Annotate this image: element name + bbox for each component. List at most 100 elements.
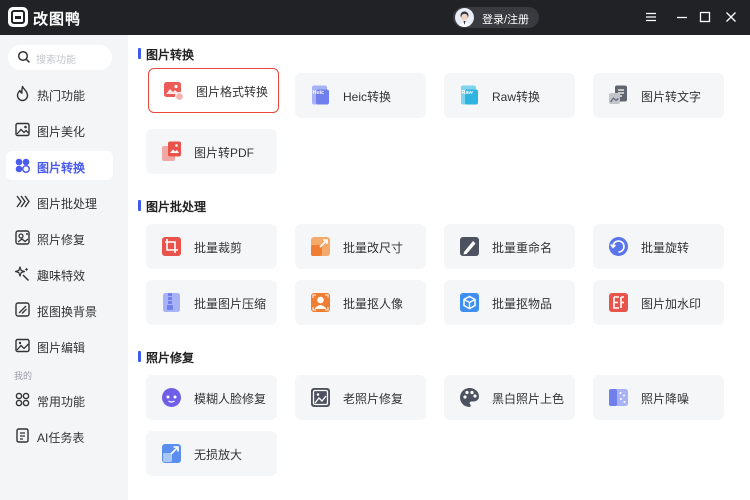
batch-icon <box>14 193 31 210</box>
minimize-icon[interactable] <box>674 9 690 25</box>
search-placeholder: 搜索功能 <box>36 55 76 66</box>
main-content: 图片转换 图片格式转换 Heic Heic转换 Raw Raw转换 图片转文字 … <box>128 35 750 500</box>
card-label: 批量抠物品 <box>492 297 553 311</box>
card-batch-object-cutout[interactable]: 批量抠物品 <box>444 280 575 325</box>
maximize-icon[interactable] <box>697 9 713 25</box>
card-upscale[interactable]: 无损放大 <box>146 431 277 476</box>
sidebar-item-beautify[interactable]: 图片美化 <box>6 115 113 144</box>
batch-crop-icon <box>160 235 183 258</box>
search-icon <box>17 50 31 67</box>
card-old-photo-repair[interactable]: 老照片修复 <box>295 375 426 420</box>
avatar <box>455 8 474 27</box>
svg-text:Raw: Raw <box>462 90 474 96</box>
section-title-image-convert: 图片转换 <box>138 46 194 63</box>
sidebar-item-label: 抠图换背景 <box>37 305 98 319</box>
card-label: Heic转换 <box>343 90 392 104</box>
login-label: 登录/注册 <box>482 14 530 26</box>
batch-rename-icon <box>458 235 481 258</box>
card-label: 批量图片压缩 <box>194 297 267 311</box>
raw-icon: Raw <box>458 84 481 107</box>
sidebar-item-label: AI任务表 <box>37 431 85 445</box>
card-label: 批量旋转 <box>641 241 690 255</box>
image-edit-icon <box>14 337 31 354</box>
sidebar: 搜索功能 热门功能 图片美化 图片转换 图片批处理 照片修复 趣味特效 抠图换背… <box>0 35 128 500</box>
card-image-to-pdf[interactable]: 图片转PDF <box>146 129 277 174</box>
batch-portrait-cutout-icon <box>309 291 332 314</box>
face-repair-icon <box>160 386 183 409</box>
section-title-photo-repair: 照片修复 <box>138 349 194 366</box>
sidebar-item-edit[interactable]: 图片编辑 <box>6 331 113 360</box>
photo-repair-icon <box>14 229 31 246</box>
image-to-pdf-icon <box>160 140 183 163</box>
card-image-to-text[interactable]: 图片转文字 <box>593 73 724 118</box>
app-title: 改图鸭 <box>33 11 82 28</box>
upscale-icon <box>160 442 183 465</box>
sidebar-item-effects[interactable]: 趣味特效 <box>6 259 113 288</box>
task-list-icon <box>14 427 31 444</box>
card-denoise[interactable]: 照片降噪 <box>593 375 724 420</box>
card-batch-compress[interactable]: 批量图片压缩 <box>146 280 277 325</box>
sidebar-item-label: 图片编辑 <box>37 341 86 355</box>
card-label: 无损放大 <box>194 448 243 462</box>
card-label: 老照片修复 <box>343 392 404 406</box>
image-format-icon <box>162 79 185 102</box>
sidebar-item-photo-repair[interactable]: 照片修复 <box>6 223 113 252</box>
old-photo-icon <box>309 386 332 409</box>
batch-rotate-icon <box>607 235 630 258</box>
sidebar-item-convert[interactable]: 图片转换 <box>6 151 113 180</box>
card-batch-rotate[interactable]: 批量旋转 <box>593 224 724 269</box>
image-beautify-icon <box>14 121 31 138</box>
batch-resize-icon <box>309 235 332 258</box>
my-group-label: 我的 <box>14 371 33 381</box>
batch-object-cutout-icon <box>458 291 481 314</box>
sidebar-item-label: 常用功能 <box>37 395 86 409</box>
card-batch-crop[interactable]: 批量裁剪 <box>146 224 277 269</box>
card-label: Raw转换 <box>492 90 541 104</box>
card-label: 模糊人脸修复 <box>194 392 267 406</box>
denoise-icon <box>607 386 630 409</box>
app-logo-icon <box>8 7 28 27</box>
image-to-text-icon <box>607 84 630 107</box>
svg-text:Heic: Heic <box>313 90 325 96</box>
menu-icon[interactable] <box>643 9 659 25</box>
card-raw-convert[interactable]: Raw Raw转换 <box>444 73 575 118</box>
sidebar-item-cutout[interactable]: 抠图换背景 <box>6 295 113 324</box>
watermark-icon <box>607 291 630 314</box>
sidebar-item-favorites[interactable]: 常用功能 <box>6 385 113 414</box>
heic-icon: Heic <box>309 84 332 107</box>
card-image-format-convert[interactable]: 图片格式转换 <box>148 68 279 113</box>
grid-icon <box>14 391 31 408</box>
card-watermark[interactable]: 图片加水印 <box>593 280 724 325</box>
card-label: 批量裁剪 <box>194 241 243 255</box>
search-input[interactable]: 搜索功能 <box>8 45 112 70</box>
card-label: 照片降噪 <box>641 392 690 406</box>
sparkle-icon <box>14 265 31 282</box>
title-bar: 改图鸭 登录/注册 <box>0 0 750 35</box>
card-label: 图片转PDF <box>194 146 255 160</box>
card-batch-resize[interactable]: 批量改尺寸 <box>295 224 426 269</box>
section-title-batch: 图片批处理 <box>138 198 206 215</box>
sidebar-item-batch[interactable]: 图片批处理 <box>6 187 113 216</box>
sidebar-item-label: 照片修复 <box>37 233 86 247</box>
card-face-repair[interactable]: 模糊人脸修复 <box>146 375 277 420</box>
card-label: 图片格式转换 <box>196 85 269 99</box>
sidebar-item-label: 图片美化 <box>37 125 86 139</box>
card-batch-rename[interactable]: 批量重命名 <box>444 224 575 269</box>
card-label: 黑白照片上色 <box>492 392 565 406</box>
sidebar-item-label: 图片转换 <box>37 161 86 175</box>
card-colorize[interactable]: 黑白照片上色 <box>444 375 575 420</box>
cutout-icon <box>14 301 31 318</box>
card-label: 图片加水印 <box>641 297 702 311</box>
card-heic-convert[interactable]: Heic Heic转换 <box>295 73 426 118</box>
card-label: 批量改尺寸 <box>343 241 404 255</box>
sidebar-item-ai-tasks[interactable]: AI任务表 <box>6 421 113 450</box>
close-icon[interactable] <box>723 9 739 25</box>
card-label: 图片转文字 <box>641 90 702 104</box>
batch-compress-icon <box>160 291 183 314</box>
image-convert-icon <box>14 157 31 174</box>
card-label: 批量重命名 <box>492 241 553 255</box>
card-batch-portrait-cutout[interactable]: 批量抠人像 <box>295 280 426 325</box>
sidebar-item-hot[interactable]: 热门功能 <box>6 79 113 108</box>
sidebar-item-label: 图片批处理 <box>37 197 98 211</box>
login-register-button[interactable]: 登录/注册 <box>453 7 539 28</box>
